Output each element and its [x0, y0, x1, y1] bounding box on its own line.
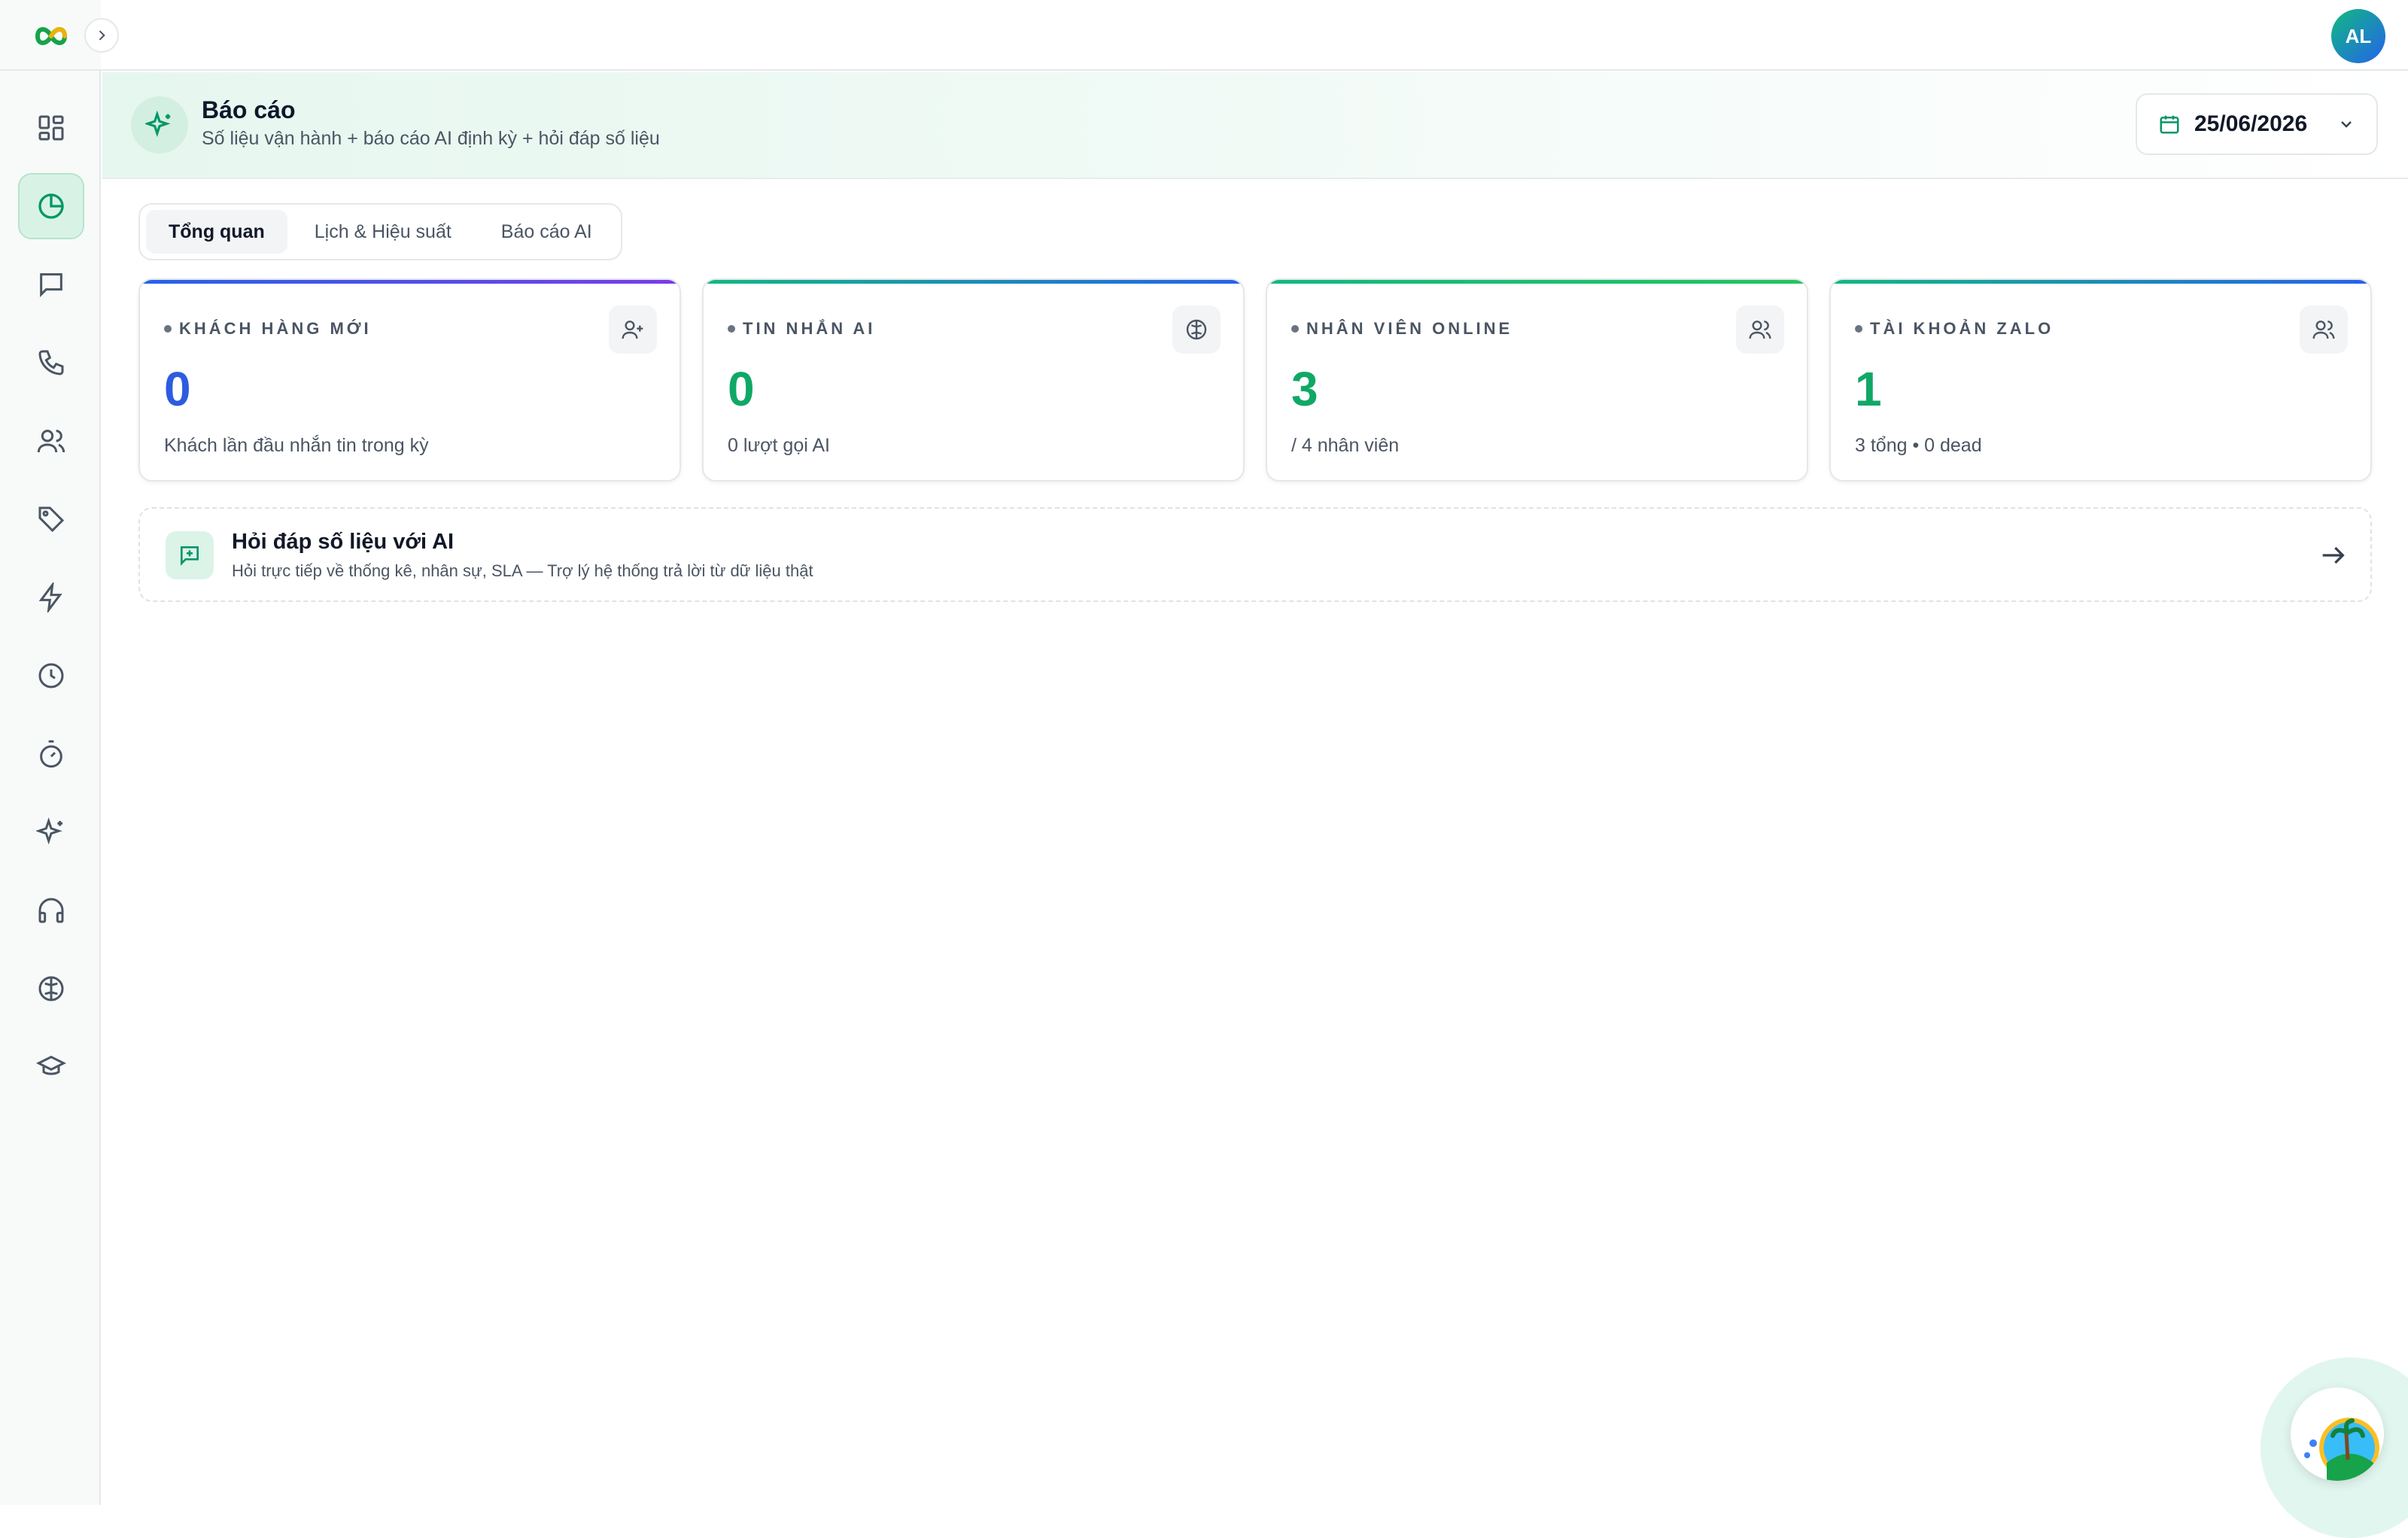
card-value: 0 [728, 362, 755, 416]
avatar[interactable]: AL [2331, 9, 2385, 63]
stat-card-staff-online: NHÂN VIÊN ONLINE 3 / 4 nhân viên [1266, 278, 1808, 482]
dashboard-icon [38, 115, 64, 141]
phone-icon [38, 350, 64, 375]
graduation-cap-icon [36, 1055, 66, 1075]
arrow-right-icon[interactable] [2318, 540, 2348, 570]
stat-card-new-customers: KHÁCH HÀNG MỚI 0 Khách lần đầu nhắn tin … [138, 278, 681, 482]
sidebar-item-reports[interactable] [18, 173, 84, 239]
card-value: 3 [1291, 362, 1318, 416]
clock-icon [38, 663, 64, 688]
tab-ai-report[interactable]: Báo cáo AI [479, 210, 615, 254]
card-accent-bar [140, 280, 680, 284]
sidebar-item-calls[interactable] [18, 330, 84, 396]
card-label: TIN NHẮN AI [728, 319, 875, 339]
card-label: TÀI KHOẢN ZALO [1855, 319, 2054, 339]
sidebar-item-support[interactable] [18, 877, 84, 944]
calendar-icon [2160, 115, 2179, 134]
sidebar-item-knowledge[interactable] [18, 956, 84, 1022]
card-label: KHÁCH HÀNG MỚI [164, 319, 372, 339]
card-note: 0 lượt gọi AI [728, 435, 830, 456]
selected-date: 25/06/2026 [2194, 111, 2308, 136]
sidebar-item-messages[interactable] [18, 251, 84, 318]
sidebar-item-automation[interactable] [18, 564, 84, 631]
sidebar-item-ai[interactable] [18, 799, 84, 865]
sidebar-item-sla[interactable] [18, 721, 84, 787]
card-accent-bar [1267, 280, 1807, 284]
card-note: Khách lần đầu nhắn tin trong kỳ [164, 435, 429, 456]
sparkles-icon [145, 111, 171, 138]
top-bar: AL [101, 0, 2408, 71]
card-label: NHÂN VIÊN ONLINE [1291, 319, 1513, 339]
card-value: 0 [164, 362, 191, 416]
stat-card-zalo-accounts: TÀI KHOẢN ZALO 1 3 tổng • 0 dead [1829, 278, 2372, 482]
users-icon [1736, 305, 1784, 354]
report-tabs: Tổng quan Lịch & Hiệu suất Báo cáo AI [138, 203, 622, 260]
sidebar-item-history[interactable] [18, 643, 84, 709]
user-plus-icon [609, 305, 657, 354]
date-picker-button[interactable]: 25/06/2026 [2136, 93, 2378, 155]
card-value: 1 [1855, 362, 1882, 416]
sidebar-nav [0, 95, 101, 1112]
assistant-launcher-button[interactable] [2291, 1388, 2384, 1481]
message-icon [40, 273, 62, 297]
card-note: / 4 nhân viên [1291, 435, 1400, 456]
card-accent-bar [704, 280, 1243, 284]
page-icon [131, 96, 188, 153]
infinity-logo-icon[interactable] [33, 21, 69, 51]
sparkles-icon [36, 817, 62, 845]
sidebar-item-tags[interactable] [18, 486, 84, 552]
headphones-icon [38, 898, 64, 923]
tab-schedule-performance[interactable]: Lịch & Hiệu suất [292, 210, 474, 254]
tab-overview[interactable]: Tổng quan [146, 210, 287, 254]
sidebar-item-customers[interactable] [18, 408, 84, 474]
card-accent-bar [1831, 280, 2370, 284]
brain-icon [1172, 305, 1221, 354]
ai-qa-subtitle: Hỏi trực tiếp về thống kê, nhân sự, SLA … [232, 561, 813, 580]
zap-icon [38, 582, 62, 612]
page-title: Báo cáo [202, 96, 296, 123]
sidebar [0, 0, 101, 1505]
brain-icon [38, 976, 64, 1002]
assistant-mascot-icon [2304, 1418, 2379, 1481]
stat-card-ai-messages: TIN NHẮN AI 0 0 lượt gọi AI [702, 278, 1245, 482]
users-icon [37, 430, 65, 453]
page-header: Báo cáo Số liệu vận hành + báo cáo AI đị… [102, 72, 2408, 179]
ai-qa-title: Hỏi đáp số liệu với AI [232, 530, 455, 554]
sidebar-item-dashboard[interactable] [18, 95, 84, 161]
stat-cards: KHÁCH HÀNG MỚI 0 Khách lần đầu nhắn tin … [138, 278, 2372, 482]
users-icon [2300, 305, 2348, 354]
tag-icon [38, 506, 65, 533]
ai-qa-banner[interactable]: Hỏi đáp số liệu với AI Hỏi trực tiếp về … [138, 507, 2372, 602]
chevron-down-icon [2341, 121, 2352, 128]
chevron-right-icon [99, 30, 105, 41]
sidebar-item-training[interactable] [18, 1034, 84, 1100]
card-note: 3 tổng • 0 dead [1855, 435, 1982, 456]
sidebar-expand-button[interactable] [84, 18, 119, 53]
timer-icon [40, 740, 62, 768]
message-plus-icon [166, 531, 214, 579]
pie-chart-icon [38, 193, 64, 219]
page-subtitle: Số liệu vận hành + báo cáo AI định kỳ + … [202, 128, 660, 149]
